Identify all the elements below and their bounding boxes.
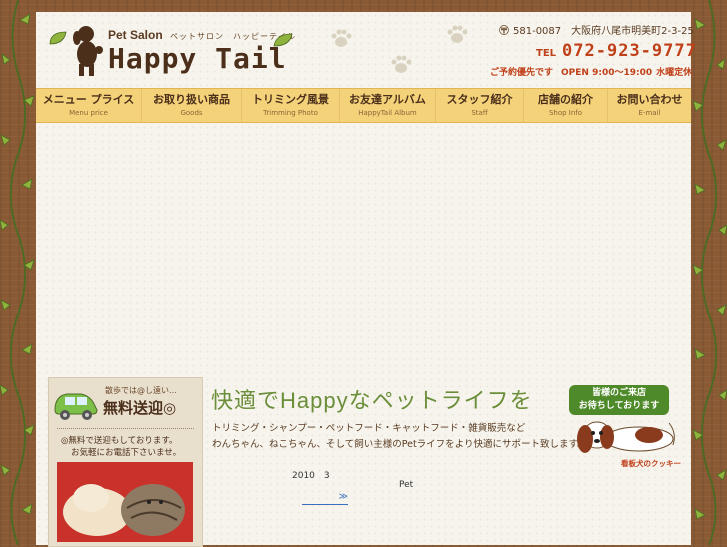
page-container: Pet Salon ペットサロン ハッピーテイル Happy Tail 〶 581…: [36, 12, 696, 547]
phone-number[interactable]: TEL 072-923-9777: [536, 41, 697, 61]
pickup-title: 無料送迎◎: [103, 399, 177, 417]
paw-print-icon: [331, 29, 352, 47]
nav-item-menu-price[interactable]: メニュー プライス Menu price: [36, 89, 142, 122]
services-text: トリミング・シャンプー・ペットフード・キャットフード・雑貨販売など: [212, 423, 526, 434]
paw-print-icon: [391, 55, 412, 73]
dog-logo-icon[interactable]: [68, 24, 106, 80]
nav-item-staff[interactable]: スタッフ紹介 Staff: [436, 89, 524, 122]
divider: [57, 428, 194, 429]
intro-text: わんちゃん、ねこちゃん、そして飼い主様のPetライフをより快適にサポート致します…: [212, 439, 587, 450]
shop-address: 〶 581-0087 大阪府八尾市明美町2-3-25: [499, 22, 694, 37]
welcome-line: お待ちしております: [578, 401, 660, 411]
site-header: Pet Salon ペットサロン ハッピーテイル Happy Tail 〶 581…: [36, 12, 696, 88]
brand-logo-text[interactable]: Happy Tail: [108, 42, 287, 75]
nav-label: お取り扱い商品: [153, 93, 230, 106]
main-nav: メニュー プライス Menu price お取り扱い商品 Goods トリミング…: [36, 88, 691, 123]
nav-label: メニュー プライス: [42, 93, 135, 106]
leaf-icon: [49, 31, 67, 45]
main-headline: 快適でHappyなペットライフを: [211, 388, 533, 413]
nav-label: お問い合わせ: [616, 93, 683, 106]
dog-illustration: [577, 421, 675, 453]
pickup-small-text: 散歩では@し遠い…: [105, 386, 177, 395]
ivy-border-left-decoration: [0, 0, 35, 545]
nav-sublabel: HappyTail Album: [358, 109, 417, 117]
nav-sublabel: Shop Info: [548, 109, 583, 117]
ivy-border-right-decoration: [692, 0, 727, 545]
nav-label: 店舗の紹介: [538, 93, 593, 106]
nav-sublabel: Goods: [180, 109, 203, 117]
paw-print-icon: [447, 25, 468, 43]
pickup-note: お気軽にお電話下さいませ。: [71, 448, 182, 458]
hero-image-area: [36, 122, 691, 372]
pickup-service-banner[interactable]: 散歩では@し遠い… 無料送迎◎ ◎無料で送迎もしております。 お気軽にお電話下さ…: [48, 377, 203, 547]
news-more-link[interactable]: ≫: [302, 492, 348, 505]
car-icon: [54, 393, 98, 420]
nav-item-goods[interactable]: お取り扱い商品 Goods: [142, 89, 242, 122]
nav-label: スタッフ紹介: [446, 93, 513, 106]
open-hours: OPEN 9:00～19:00: [561, 68, 653, 78]
nav-item-album[interactable]: お友達アルバム HappyTail Album: [340, 89, 436, 122]
cat-and-dog-photo: [57, 462, 193, 542]
business-hours: ご予約優先です OPEN 9:00～19:00 水曜定休: [490, 65, 692, 78]
news-date: 2010 3: [292, 471, 330, 481]
leaf-icon: [273, 33, 293, 47]
reservation-note: ご予約優先です: [490, 68, 554, 78]
news-item[interactable]: Pet: [399, 480, 413, 490]
dog-name-caption: 看板犬のクッキー: [621, 459, 681, 468]
nav-sublabel: E-mail: [638, 109, 661, 117]
nav-label: お友達アルバム: [349, 93, 426, 106]
nav-sublabel: Staff: [471, 109, 488, 117]
welcome-line: 皆様のご来店: [591, 388, 646, 398]
nav-label: トリミング風景: [252, 93, 329, 106]
nav-sublabel: Trimming Photo: [263, 109, 318, 117]
postal-mark-icon: 〶: [499, 26, 509, 37]
tel-label: TEL: [536, 48, 557, 59]
welcome-badge: 皆様のご来店 お待ちしております: [569, 385, 669, 415]
nav-item-email[interactable]: お問い合わせ E-mail: [608, 89, 691, 122]
brand-tagline: Pet Salon: [108, 28, 163, 42]
tel-number[interactable]: 072-923-9777: [562, 41, 697, 61]
address-text: 581-0087 大阪府八尾市明美町2-3-25: [513, 26, 694, 37]
nav-sublabel: Menu price: [69, 109, 108, 117]
nav-item-trimming-photo[interactable]: トリミング風景 Trimming Photo: [242, 89, 340, 122]
pickup-note: ◎無料で送迎もしております。: [61, 436, 178, 446]
nav-item-shop-info[interactable]: 店舗の紹介 Shop Info: [524, 89, 608, 122]
closed-day: 水曜定休: [656, 68, 693, 78]
